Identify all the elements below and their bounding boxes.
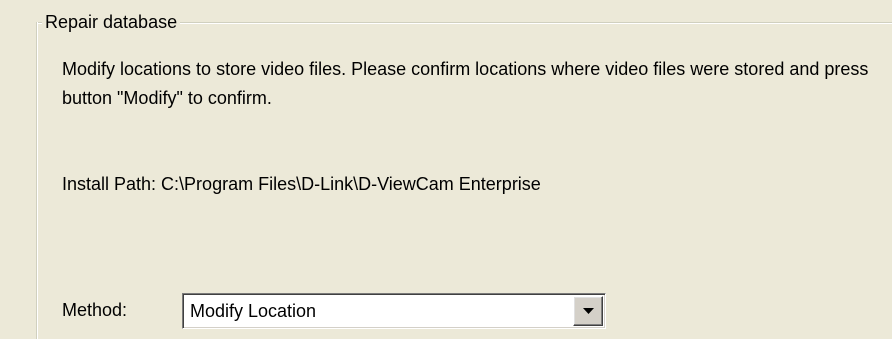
method-select[interactable]: Modify Location (182, 293, 606, 329)
chevron-down-icon (583, 308, 594, 314)
method-dropdown-button[interactable] (573, 296, 603, 326)
groupbox-border-left (36, 22, 38, 339)
groupbox-title: Repair database (42, 11, 181, 33)
description-text: Modify locations to store video files. P… (62, 59, 869, 108)
method-label: Method: (62, 300, 128, 320)
install-path-text: Install Path: C:\Program Files\D-Link\D-… (62, 174, 541, 194)
method-select-value: Modify Location (190, 301, 317, 321)
repair-database-panel: Repair database Modify locations to stor… (0, 0, 892, 339)
